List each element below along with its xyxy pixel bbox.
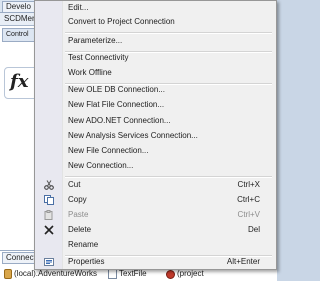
menu-item-shortcut: Ctrl+C bbox=[237, 195, 260, 204]
menu-item-new-flat-file-connection[interactable]: New Flat File Connection... bbox=[35, 97, 276, 113]
connection-item-label: (local).AdventureWorks bbox=[14, 269, 97, 278]
menu-item-label: Work Offline bbox=[68, 68, 112, 77]
database-icon bbox=[4, 269, 12, 279]
copy-icon bbox=[43, 195, 54, 205]
connection-item[interactable]: TextFile bbox=[108, 269, 147, 279]
menu-item-label: New ADO.NET Connection... bbox=[68, 116, 171, 125]
menu-item-shortcut: Ctrl+V bbox=[237, 210, 260, 219]
menu-item-label: New Connection... bbox=[68, 161, 134, 170]
menu-item-label: Parameterize... bbox=[68, 36, 123, 45]
scissors-icon bbox=[43, 180, 54, 190]
menu-item-shortcut: Del bbox=[247, 225, 260, 234]
connection-item-label: (project bbox=[177, 269, 204, 278]
menu-item-new-oledb-connection[interactable]: New OLE DB Connection... bbox=[35, 82, 276, 98]
context-menu: Edit... Convert to Project Connection Pa… bbox=[34, 0, 277, 270]
menu-item-label: New Analysis Services Connection... bbox=[68, 131, 198, 140]
menu-item-delete[interactable]: Delete Del bbox=[35, 222, 276, 238]
menu-item-label: New Flat File Connection... bbox=[68, 100, 165, 109]
tab-development[interactable]: Develo bbox=[2, 1, 35, 12]
menu-item-label: New OLE DB Connection... bbox=[68, 85, 165, 94]
properties-icon bbox=[43, 257, 54, 267]
menu-item-copy[interactable]: Copy Ctrl+C bbox=[35, 192, 276, 208]
menu-item-label: Properties bbox=[68, 257, 105, 266]
menu-item-test-connectivity[interactable]: Test Connectivity bbox=[35, 50, 276, 66]
menu-item-new-connection[interactable]: New Connection... bbox=[35, 158, 276, 174]
menu-item-label: Rename bbox=[68, 240, 99, 249]
connection-item[interactable]: (local).AdventureWorks bbox=[4, 269, 97, 279]
project-icon bbox=[166, 269, 175, 279]
menu-item-parameterize[interactable]: Parameterize... bbox=[35, 33, 276, 49]
delete-icon bbox=[43, 225, 54, 235]
menu-item-new-adonet-connection[interactable]: New ADO.NET Connection... bbox=[35, 113, 276, 129]
paste-icon bbox=[43, 210, 54, 220]
fx-icon: fx bbox=[10, 71, 29, 92]
menu-item-work-offline[interactable]: Work Offline bbox=[35, 65, 276, 81]
menu-item-label: Paste bbox=[68, 210, 89, 219]
menu-item-rename[interactable]: Rename bbox=[35, 237, 276, 253]
menu-item-convert-to-project-connection[interactable]: Convert to Project Connection bbox=[35, 14, 276, 30]
text-file-icon bbox=[108, 269, 117, 279]
menu-item-paste[interactable]: Paste Ctrl+V bbox=[35, 207, 276, 223]
menu-item-label: Convert to Project Connection bbox=[68, 17, 175, 26]
menu-item-label: Delete bbox=[68, 225, 92, 234]
menu-item-new-analysis-services-connection[interactable]: New Analysis Services Connection... bbox=[35, 128, 276, 144]
menu-item-properties[interactable]: Properties Alt+Enter bbox=[35, 254, 276, 270]
menu-item-shortcut: Alt+Enter bbox=[226, 257, 260, 266]
menu-item-label: New File Connection... bbox=[68, 146, 149, 155]
menu-item-label: Copy bbox=[68, 195, 87, 204]
menu-item-new-file-connection[interactable]: New File Connection... bbox=[35, 143, 276, 159]
menu-item-cut[interactable]: Cut Ctrl+X bbox=[35, 177, 276, 193]
connection-item-label: TextFile bbox=[119, 269, 147, 278]
menu-item-label: Test Connectivity bbox=[68, 53, 129, 62]
connection-item[interactable]: (project bbox=[166, 269, 204, 279]
menu-item-shortcut: Ctrl+X bbox=[237, 180, 260, 189]
menu-item-label: Cut bbox=[68, 180, 81, 189]
